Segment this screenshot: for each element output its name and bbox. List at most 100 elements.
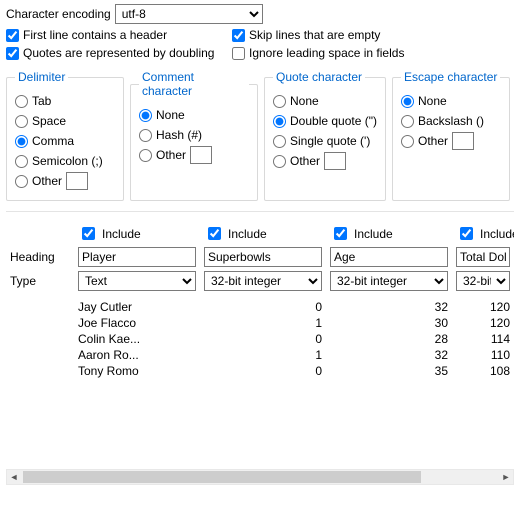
chk-first-line-header-box[interactable] <box>6 29 19 42</box>
table-row: Jay Cutler032120 <box>6 299 514 315</box>
encoding-select[interactable]: utf-8 <box>115 4 263 24</box>
cell: 120 <box>452 315 514 331</box>
scroll-left-icon[interactable]: ◄ <box>7 472 21 482</box>
cell: 108 <box>452 363 514 379</box>
heading-input[interactable] <box>330 247 448 267</box>
radio-single-quote-[interactable]: Single quote (') <box>273 132 377 150</box>
table-row: Colin Kae...028114 <box>6 331 514 347</box>
heading-input[interactable] <box>78 247 196 267</box>
radio-input[interactable] <box>15 95 28 108</box>
radio-double-quote-[interactable]: Double quote (") <box>273 112 377 130</box>
cell: 0 <box>200 299 326 315</box>
radio-comma[interactable]: Comma <box>15 132 115 150</box>
radio-input[interactable] <box>139 109 152 122</box>
radio-input[interactable] <box>401 95 414 108</box>
include-label: Include <box>354 227 393 241</box>
chk-quotes-doubling[interactable]: Quotes are represented by doubling <box>6 46 216 60</box>
radio-label: None <box>156 108 185 122</box>
include-checkbox[interactable] <box>334 227 347 240</box>
escape-group: Escape character None Backslash () Other <box>392 70 510 201</box>
chk-skip-empty[interactable]: Skip lines that are empty <box>232 28 380 42</box>
radio-input[interactable] <box>401 135 414 148</box>
radio-input[interactable] <box>273 155 286 168</box>
radio-other[interactable]: Other <box>139 146 249 164</box>
chk-ignore-leading[interactable]: Ignore leading space in fields <box>232 46 404 60</box>
radio-none[interactable]: None <box>139 106 249 124</box>
radio-other[interactable]: Other <box>15 172 115 190</box>
escape-legend: Escape character <box>401 70 500 84</box>
chk-first-line-header-label: First line contains a header <box>23 28 167 42</box>
radio-semicolon-[interactable]: Semicolon (;) <box>15 152 115 170</box>
radio-input[interactable] <box>15 135 28 148</box>
radio-backslash-[interactable]: Backslash () <box>401 112 501 130</box>
chk-quotes-doubling-box[interactable] <box>6 47 19 60</box>
radio-input[interactable] <box>15 155 28 168</box>
radio-label: Backslash () <box>418 114 484 128</box>
chk-ignore-leading-label: Ignore leading space in fields <box>249 46 404 60</box>
other-input[interactable] <box>452 132 474 150</box>
cell: 35 <box>326 363 452 379</box>
scroll-right-icon[interactable]: ► <box>499 472 513 482</box>
cell: Tony Romo <box>74 363 200 379</box>
option-groups: Delimiter Tab Space Comma Semicolon (;) Othe… <box>6 70 514 201</box>
type-select[interactable]: Text <box>78 271 196 291</box>
include-checkbox[interactable] <box>460 227 473 240</box>
radio-none[interactable]: None <box>401 92 501 110</box>
radio-other[interactable]: Other <box>273 152 377 170</box>
radio-input[interactable] <box>139 149 152 162</box>
cell: 110 <box>452 347 514 363</box>
quote-legend: Quote character <box>273 70 365 84</box>
radio-input[interactable] <box>15 175 28 188</box>
radio-none[interactable]: None <box>273 92 377 110</box>
chk-ignore-leading-box[interactable] <box>232 47 245 60</box>
include-label: Include <box>480 227 514 241</box>
radio-label: Other <box>418 134 448 148</box>
quote-group: Quote character None Double quote (") Sing… <box>264 70 386 201</box>
radio-label: Hash (#) <box>156 128 202 142</box>
cell: Aaron Ro... <box>74 347 200 363</box>
delimiter-legend: Delimiter <box>15 70 68 84</box>
scroll-track[interactable] <box>23 471 497 483</box>
scroll-thumb[interactable] <box>23 471 421 483</box>
type-select[interactable]: 32-bit integer <box>456 271 510 291</box>
chk-skip-empty-box[interactable] <box>232 29 245 42</box>
other-input[interactable] <box>66 172 88 190</box>
chk-first-line-header[interactable]: First line contains a header <box>6 28 216 42</box>
table-row: Tony Romo035108 <box>6 363 514 379</box>
include-checkbox[interactable] <box>82 227 95 240</box>
radio-input[interactable] <box>139 129 152 142</box>
radio-label: Single quote (') <box>290 134 370 148</box>
cell: 1 <box>200 315 326 331</box>
heading-input[interactable] <box>456 247 510 267</box>
radio-input[interactable] <box>273 95 286 108</box>
comment-group: Comment character NoneHash (#)Other <box>130 70 258 201</box>
radio-input[interactable] <box>401 115 414 128</box>
heading-input[interactable] <box>204 247 322 267</box>
cell: 114 <box>452 331 514 347</box>
radio-space[interactable]: Space <box>15 112 115 130</box>
cell: Joe Flacco <box>74 315 200 331</box>
type-select[interactable]: 32-bit integer <box>204 271 322 291</box>
radio-label: None <box>290 94 319 108</box>
other-input[interactable] <box>190 146 212 164</box>
radio-label: Double quote (") <box>290 114 377 128</box>
radio-hash-[interactable]: Hash (#) <box>139 126 249 144</box>
other-input[interactable] <box>324 152 346 170</box>
cell: 120 <box>452 299 514 315</box>
cell: 0 <box>200 331 326 347</box>
horizontal-scrollbar[interactable]: ◄ ► <box>6 469 514 485</box>
radio-label: Other <box>156 148 186 162</box>
cell: Colin Kae... <box>74 331 200 347</box>
radio-input[interactable] <box>15 115 28 128</box>
type-select[interactable]: 32-bit integer <box>330 271 448 291</box>
chk-skip-empty-label: Skip lines that are empty <box>249 28 380 42</box>
divider <box>6 211 514 212</box>
radio-tab[interactable]: Tab <box>15 92 115 110</box>
include-checkbox[interactable] <box>208 227 221 240</box>
cell: 1 <box>200 347 326 363</box>
radio-label: Tab <box>32 94 51 108</box>
radio-other[interactable]: Other <box>401 132 501 150</box>
radio-input[interactable] <box>273 135 286 148</box>
radio-label: Space <box>32 114 66 128</box>
radio-input[interactable] <box>273 115 286 128</box>
